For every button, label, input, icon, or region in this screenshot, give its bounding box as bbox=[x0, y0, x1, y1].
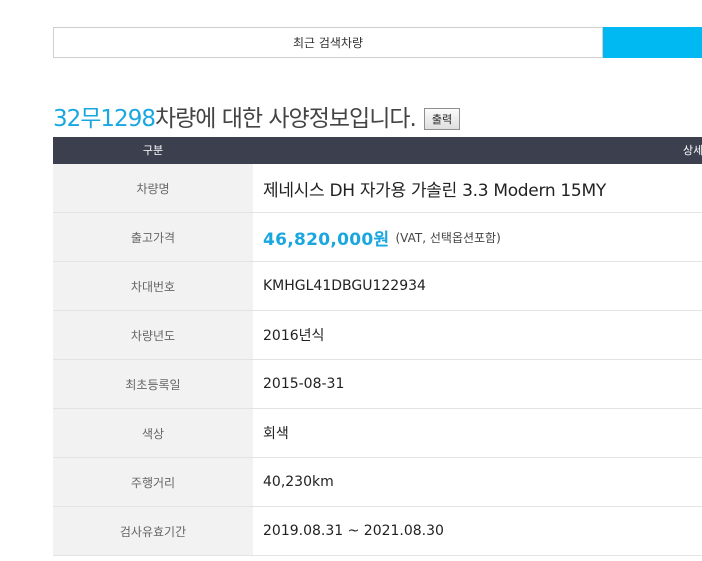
vehicle-name-value: 제네시스 DH 자가용 가솔린 3.3 Modern 15MY bbox=[263, 180, 606, 201]
price-note: (VAT, 선택옵션포함) bbox=[395, 230, 501, 245]
vin-value: KMHGL41DBGU122934 bbox=[263, 278, 426, 294]
row-label: 검사유효기간 bbox=[53, 507, 253, 555]
price-cell: 46,820,000원 (VAT, 선택옵션포함) bbox=[253, 213, 702, 261]
row-label: 주행거리 bbox=[53, 458, 253, 506]
table-row: 차량년도 2016년식 bbox=[53, 311, 702, 360]
table-row: 주행거리 40,230km bbox=[53, 458, 702, 507]
header-detail: 상세 bbox=[683, 144, 702, 157]
print-button[interactable]: 출력 bbox=[423, 108, 461, 130]
model-year-value: 2016년식 bbox=[263, 328, 325, 344]
color-value: 회색 bbox=[263, 426, 289, 442]
row-label: 차량년도 bbox=[53, 311, 253, 359]
table-header: 구분 상세 bbox=[53, 137, 702, 164]
recent-search-tab[interactable]: 최근 검색차량 bbox=[53, 27, 603, 58]
plate-number: 32무1298 bbox=[53, 106, 156, 132]
table-row: 최초등록일 2015-08-31 bbox=[53, 360, 702, 409]
spec-table: 구분 상세 차량명 제네시스 DH 자가용 가솔린 3.3 Modern 15M… bbox=[53, 137, 702, 556]
title-text: 차량에 대한 사양정보입니다. bbox=[154, 106, 417, 132]
row-label: 차대번호 bbox=[53, 262, 253, 310]
header-category: 구분 bbox=[142, 144, 164, 157]
table-row: 색상 회색 bbox=[53, 409, 702, 458]
row-label: 차량명 bbox=[53, 164, 253, 212]
search-tab-bar: 최근 검색차량 bbox=[53, 27, 702, 58]
table-row: 출고가격 46,820,000원 (VAT, 선택옵션포함) bbox=[53, 213, 702, 262]
mileage-value: 40,230km bbox=[263, 474, 334, 490]
row-label: 출고가격 bbox=[53, 213, 253, 261]
page-title: 32무1298 차량에 대한 사양정보입니다. 출력 bbox=[53, 99, 461, 133]
row-label: 색상 bbox=[53, 409, 253, 457]
active-tab[interactable] bbox=[603, 27, 702, 58]
table-row: 차대번호 KMHGL41DBGU122934 bbox=[53, 262, 702, 311]
price-value: 46,820,000원 bbox=[263, 229, 390, 250]
first-registration-value: 2015-08-31 bbox=[263, 376, 345, 392]
row-label: 최초등록일 bbox=[53, 360, 253, 408]
table-row: 차량명 제네시스 DH 자가용 가솔린 3.3 Modern 15MY bbox=[53, 164, 702, 213]
inspection-period-value: 2019.08.31 ~ 2021.08.30 bbox=[263, 523, 444, 539]
table-row: 검사유효기간 2019.08.31 ~ 2021.08.30 bbox=[53, 507, 702, 556]
